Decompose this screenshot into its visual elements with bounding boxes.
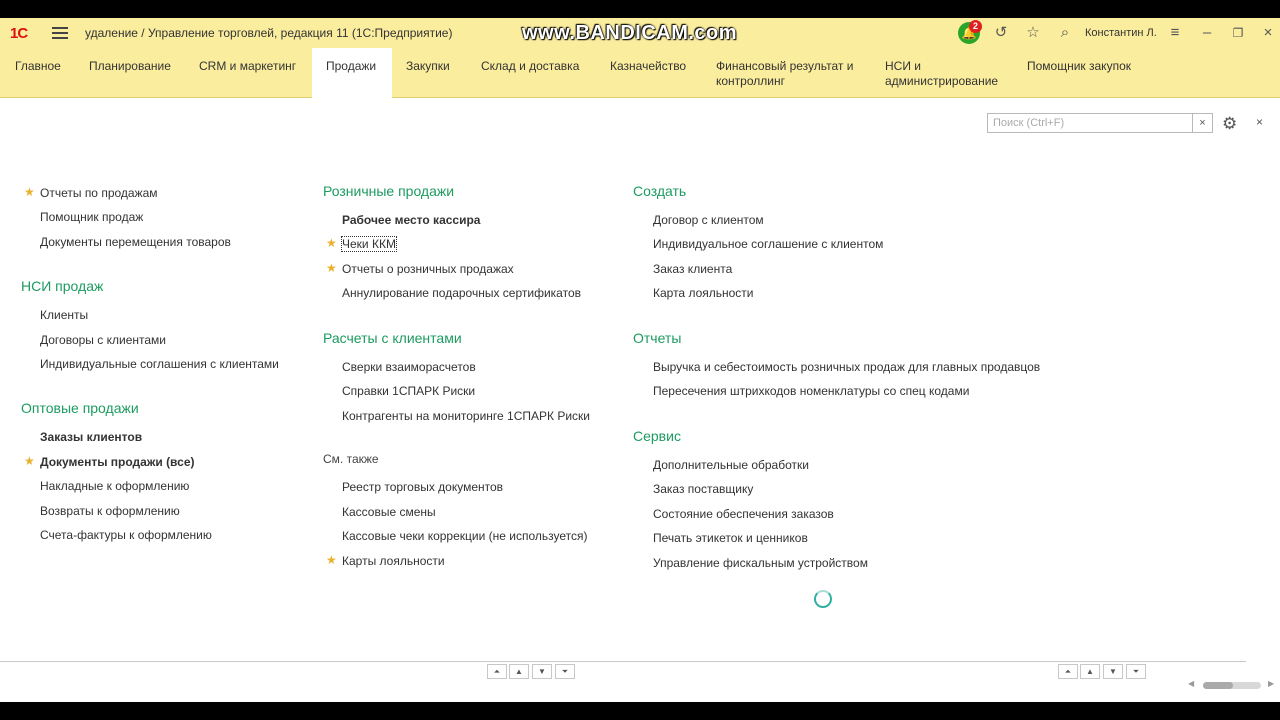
link-goods-transfer-docs[interactable]: Документы перемещения товаров bbox=[40, 235, 231, 249]
scroll-up-icon[interactable]: ▲ bbox=[509, 664, 529, 679]
settings-lines-icon[interactable]: ≡ bbox=[1165, 23, 1185, 43]
scroll-right-icon[interactable]: ▶ bbox=[1268, 679, 1274, 688]
scrollbar-thumb[interactable] bbox=[1203, 682, 1233, 689]
section-panel: Главное Планирование CRM и маркетинг Про… bbox=[0, 48, 1280, 98]
group-title-see-also: См. также bbox=[323, 452, 379, 466]
minimize-icon[interactable]: – bbox=[1197, 23, 1217, 43]
tab-purchase-assistant[interactable]: Помощник закупок bbox=[1027, 48, 1131, 97]
title-bar: 1С удаление / Управление торговлей, реда… bbox=[0, 18, 1280, 48]
link-barcode-intersection-report[interactable]: Пересечения штрихкодов номенклатуры со с… bbox=[653, 384, 969, 398]
link-returns-to-process[interactable]: Возвраты к оформлению bbox=[40, 504, 180, 518]
link-create-client-contract[interactable]: Договор с клиентом bbox=[653, 213, 764, 227]
favorite-star-icon[interactable]: ★ bbox=[24, 185, 35, 199]
tab-main[interactable]: Главное bbox=[15, 48, 61, 97]
recording-watermark: www.BANDICAM.com bbox=[522, 22, 738, 44]
link-kkm-receipts[interactable]: Чеки ККМ bbox=[341, 236, 397, 252]
link-spark-monitoring[interactable]: Контрагенты на мониторинге 1СПАРК Риски bbox=[342, 409, 590, 423]
gear-icon[interactable]: ⚙ bbox=[1222, 114, 1237, 134]
tab-treasury[interactable]: Казначейство bbox=[610, 48, 686, 97]
link-cashier-workplace[interactable]: Рабочее место кассира bbox=[342, 213, 480, 227]
search-icon[interactable]: ⌕ bbox=[1055, 23, 1075, 43]
notification-badge: 2 bbox=[969, 20, 982, 33]
group-title-create: Создать bbox=[633, 183, 687, 199]
link-supplier-order[interactable]: Заказ поставщику bbox=[653, 482, 753, 496]
group-title-nsi-sales: НСИ продаж bbox=[21, 278, 104, 294]
tab-financial-result[interactable]: Финансовый результат и контроллинг bbox=[716, 48, 866, 97]
link-invoices-to-process[interactable]: Накладные к оформлению bbox=[40, 479, 189, 493]
link-create-loyalty-card[interactable]: Карта лояльности bbox=[653, 286, 754, 300]
favorite-star-icon[interactable]: ★ bbox=[326, 236, 337, 250]
link-retail-sales-reports[interactable]: Отчеты о розничных продажах bbox=[342, 262, 514, 276]
tab-purchases[interactable]: Закупки bbox=[406, 48, 450, 97]
group-title-service: Сервис bbox=[633, 428, 681, 444]
menu-icon[interactable] bbox=[52, 24, 68, 40]
group-title-retail: Розничные продажи bbox=[323, 183, 455, 199]
link-tax-invoices-to-process[interactable]: Счета-фактуры к оформлению bbox=[40, 528, 212, 542]
window-title: удаление / Управление торговлей, редакци… bbox=[85, 26, 453, 40]
link-trade-docs-registry[interactable]: Реестр торговых документов bbox=[342, 480, 503, 494]
clear-search-icon[interactable]: × bbox=[1193, 113, 1213, 133]
link-order-provision-state[interactable]: Состояние обеспечения заказов bbox=[653, 507, 834, 521]
link-fiscal-device-control[interactable]: Управление фискальным устройством bbox=[653, 556, 868, 570]
tab-warehouse[interactable]: Склад и доставка bbox=[481, 48, 579, 97]
link-sales-assistant[interactable]: Помощник продаж bbox=[40, 210, 143, 224]
link-loyalty-cards[interactable]: Карты лояльности bbox=[342, 554, 445, 568]
group-title-wholesale: Оптовые продажи bbox=[21, 400, 139, 416]
current-user[interactable]: Константин Л. bbox=[1085, 27, 1157, 39]
link-sales-reports[interactable]: Отчеты по продажам bbox=[40, 186, 158, 200]
scroll-bottom-icon[interactable]: ⏷ bbox=[555, 664, 575, 679]
favorite-star-icon[interactable]: ★ bbox=[326, 261, 337, 275]
link-revenue-cost-report[interactable]: Выручка и себестоимость розничных продаж… bbox=[653, 360, 1040, 374]
search-input[interactable]: Поиск (Ctrl+F) bbox=[987, 113, 1193, 133]
tab-sales[interactable]: Продажи bbox=[312, 48, 392, 98]
restore-icon[interactable]: ❐ bbox=[1228, 23, 1248, 43]
scroll-top-icon[interactable]: ⏶ bbox=[487, 664, 507, 679]
tab-crm[interactable]: CRM и маркетинг bbox=[199, 48, 296, 97]
tab-planning[interactable]: Планирование bbox=[89, 48, 171, 97]
group-title-reports: Отчеты bbox=[633, 330, 682, 346]
history-icon[interactable]: ↺ bbox=[991, 23, 1011, 43]
tab-nsi-admin[interactable]: НСИ и администрирование bbox=[885, 48, 1005, 97]
link-print-labels[interactable]: Печать этикеток и ценников bbox=[653, 531, 808, 545]
scroll-down-icon[interactable]: ▼ bbox=[532, 664, 552, 679]
link-client-orders[interactable]: Заказы клиентов bbox=[40, 430, 142, 444]
link-spark-risk-reports[interactable]: Справки 1СПАРК Риски bbox=[342, 384, 475, 398]
close-panel-icon[interactable]: × bbox=[1256, 115, 1263, 129]
link-create-client-agreement[interactable]: Индивидуальное соглашение с клиентом bbox=[653, 237, 883, 251]
link-clients[interactable]: Клиенты bbox=[40, 308, 88, 322]
link-sales-documents-all[interactable]: Документы продажи (все) bbox=[40, 455, 194, 469]
close-icon[interactable]: × bbox=[1258, 23, 1278, 43]
link-reconciliations[interactable]: Сверки взаиморасчетов bbox=[342, 360, 476, 374]
scroll-left-icon[interactable]: ◀ bbox=[1188, 679, 1194, 688]
link-gift-certificate-cancel[interactable]: Аннулирование подарочных сертификатов bbox=[342, 286, 581, 300]
divider bbox=[0, 661, 1246, 662]
scroll-down-icon[interactable]: ▼ bbox=[1103, 664, 1123, 679]
link-correction-receipts[interactable]: Кассовые чеки коррекции (не используется… bbox=[342, 529, 588, 543]
link-client-agreements[interactable]: Индивидуальные соглашения с клиентами bbox=[40, 357, 279, 371]
scroll-top-icon[interactable]: ⏶ bbox=[1058, 664, 1078, 679]
scroll-up-icon[interactable]: ▲ bbox=[1080, 664, 1100, 679]
favorite-star-icon[interactable]: ★ bbox=[24, 454, 35, 468]
app-window: 1С удаление / Управление торговлей, реда… bbox=[0, 18, 1280, 702]
link-cash-shifts[interactable]: Кассовые смены bbox=[342, 505, 436, 519]
link-create-client-order[interactable]: Заказ клиента bbox=[653, 262, 732, 276]
loading-spinner-icon bbox=[814, 590, 832, 608]
star-icon[interactable]: ☆ bbox=[1023, 23, 1043, 43]
link-client-contracts[interactable]: Договоры с клиентами bbox=[40, 333, 166, 347]
link-additional-processing[interactable]: Дополнительные обработки bbox=[653, 458, 809, 472]
app-logo: 1С bbox=[10, 25, 28, 42]
favorite-star-icon[interactable]: ★ bbox=[326, 553, 337, 567]
group-title-settlements: Расчеты с клиентами bbox=[323, 330, 462, 346]
scroll-bottom-icon[interactable]: ⏷ bbox=[1126, 664, 1146, 679]
